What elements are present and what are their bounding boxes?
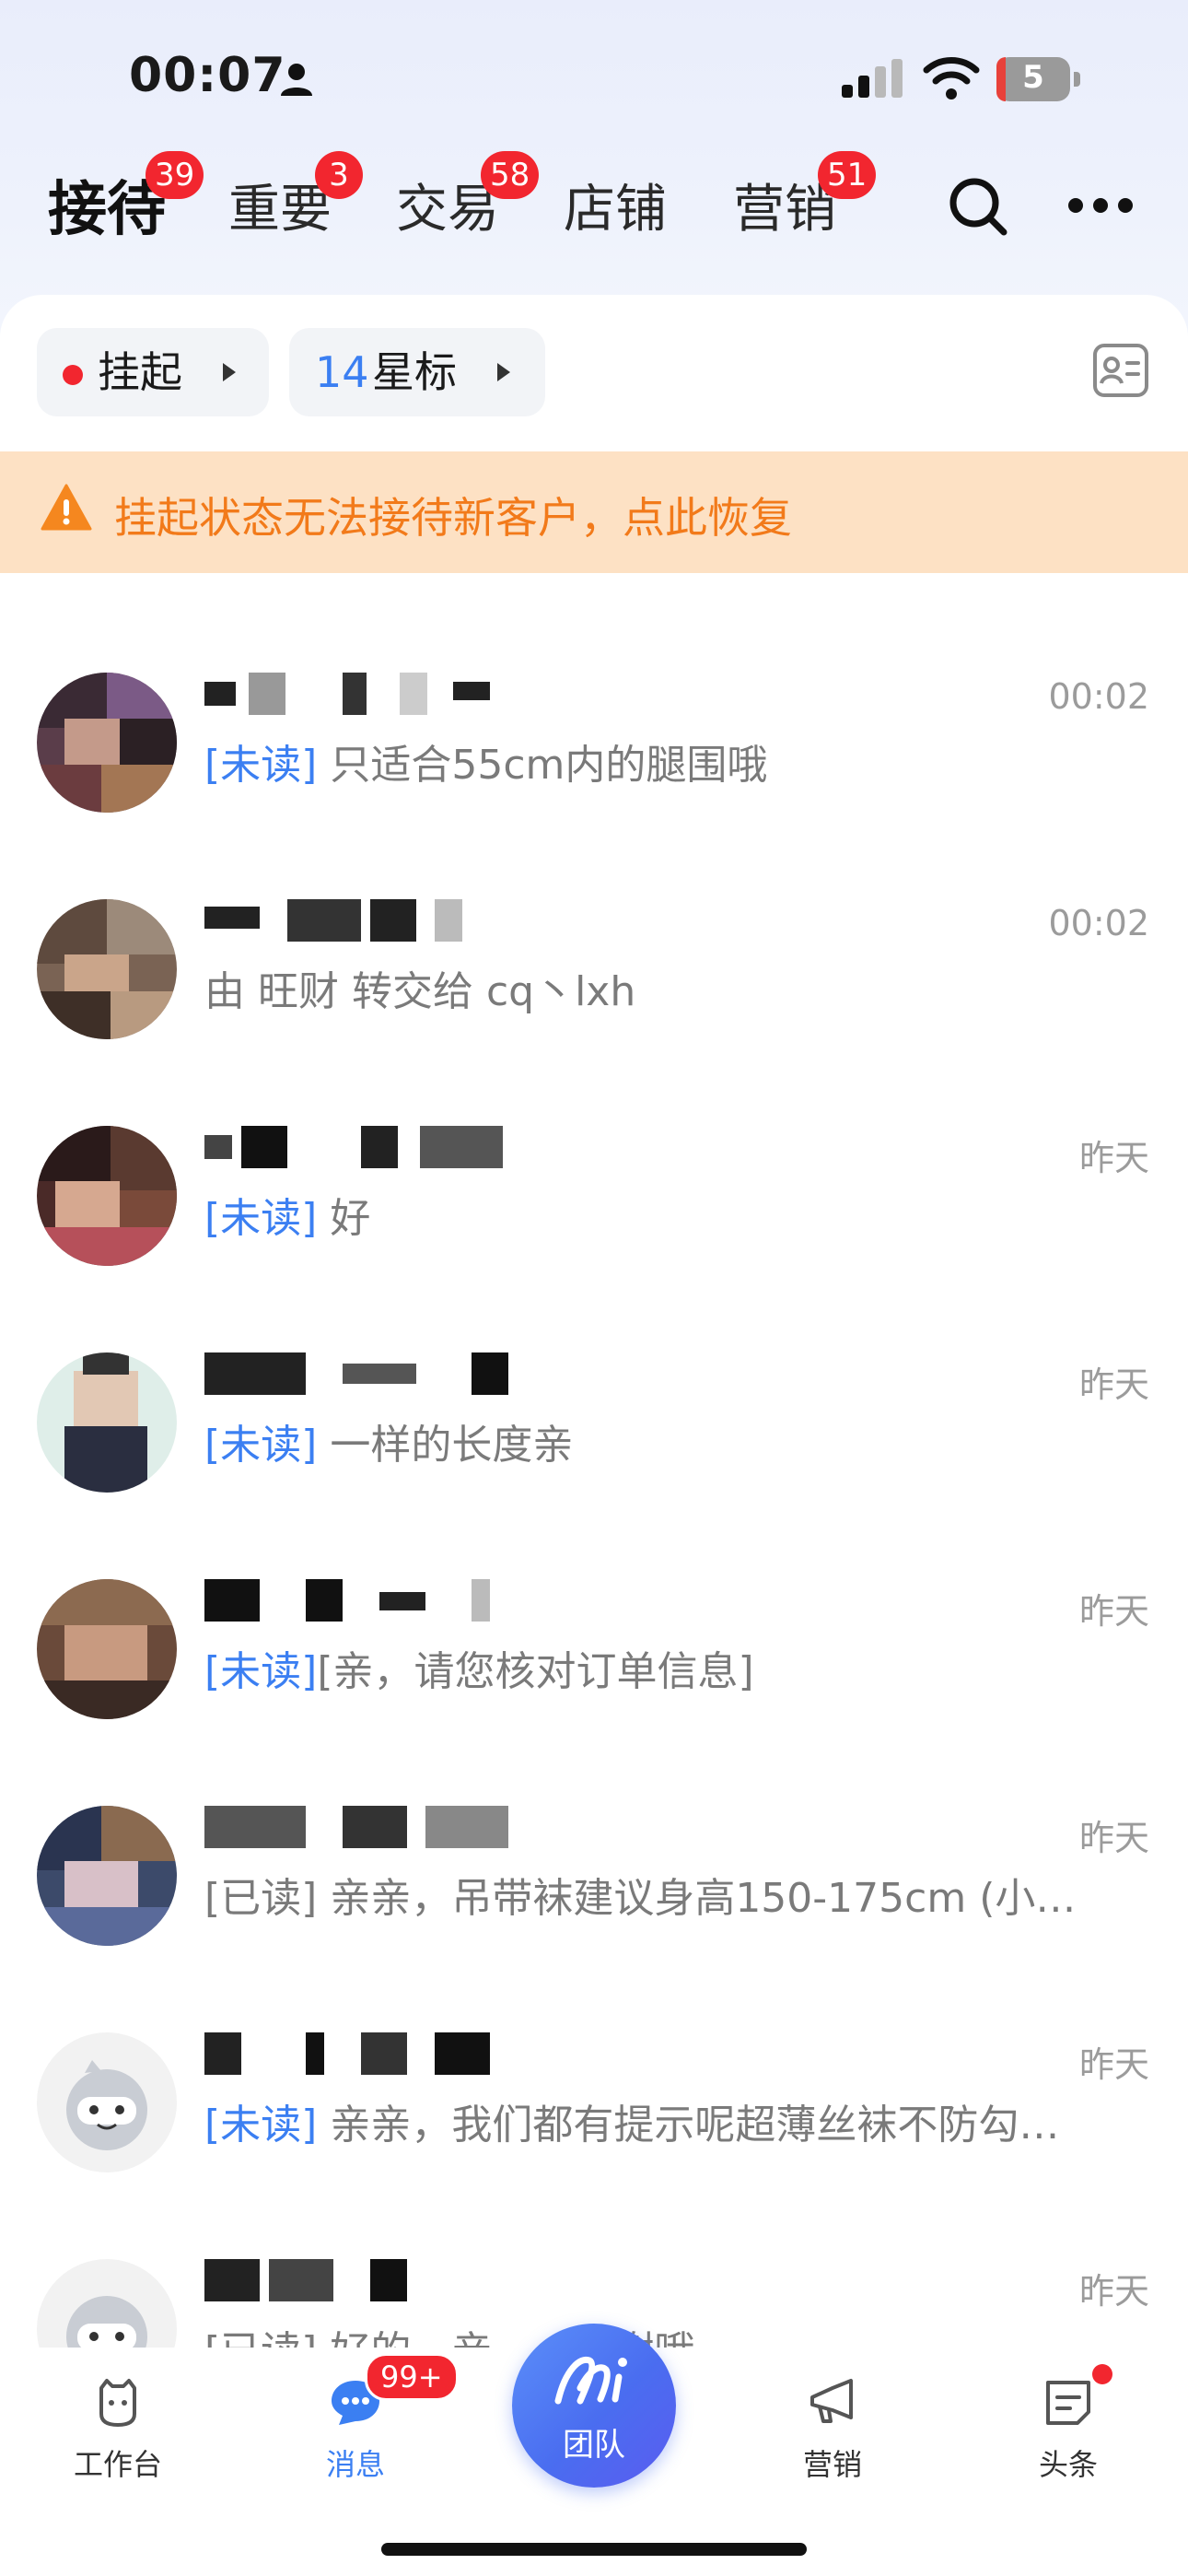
default-avatar-icon: [66, 2296, 147, 2348]
conversation-time: 00:02: [1048, 903, 1149, 943]
battery-level: 5: [1022, 59, 1044, 96]
suspend-warning-banner[interactable]: 挂起状态无法接待新客户，点此恢复: [0, 451, 1188, 573]
avatar: [37, 1806, 177, 1946]
nav-label: 营销: [802, 2447, 862, 2482]
avatar: [37, 899, 177, 1039]
star-label: 星标: [372, 347, 457, 397]
message-text: [亲，请您核对订单信息]: [317, 1648, 754, 1695]
avatar: [37, 1126, 177, 1266]
team-button[interactable]: 团队: [512, 2324, 676, 2488]
conversation-item[interactable]: 昨天 [未读][亲，请您核对订单信息]: [0, 1551, 1188, 1778]
headlines-notification-dot: [1092, 2364, 1112, 2384]
warning-text: 挂起状态无法接待新客户，点此恢复: [114, 493, 792, 543]
contact-name-redacted: [204, 673, 499, 715]
tab-label: 店铺: [564, 180, 667, 240]
megaphone-icon: [810, 2379, 853, 2423]
star-chip[interactable]: 14 星标: [289, 328, 545, 416]
wifi-icon: [923, 57, 980, 100]
messages-badge: 99+: [365, 2353, 459, 2401]
conversation-time: 昨天: [1078, 1591, 1149, 1632]
conversation-item[interactable]: 00:02 [未读] 只适合55cm内的腿围哦: [0, 645, 1188, 872]
conversation-item[interactable]: 昨天 [未读] 好: [0, 1098, 1188, 1325]
contact-name-redacted: [204, 899, 499, 942]
person-icon: [281, 64, 312, 96]
tab-reception-badge: 39: [146, 151, 204, 199]
contact-name-redacted: [204, 1579, 518, 1622]
tab-label: 营销: [733, 180, 836, 240]
contact-name-redacted: [204, 1126, 518, 1168]
conversation-preview: [未读] 好: [204, 1185, 1153, 1244]
nav-label: 消息: [325, 2447, 385, 2482]
suspend-chip[interactable]: 挂起: [37, 328, 269, 416]
unread-tag: [未读]: [204, 742, 318, 789]
conversation-preview: 由 旺财 转交给 cq丶lxh: [204, 958, 1153, 1017]
suspend-status-dot: [63, 365, 83, 385]
conversation-time: 昨天: [1078, 2044, 1149, 2085]
unread-tag: [未读]: [204, 2102, 318, 2149]
default-avatar-icon: [66, 2060, 147, 2150]
message-text: 好: [330, 1195, 371, 1242]
avatar: [37, 1579, 177, 1719]
nav-label: 头条: [1038, 2447, 1098, 2482]
battery-indicator: 5: [996, 57, 1081, 101]
conversation-preview: [已读] 好的，亲，…谢谢哦: [204, 2318, 1153, 2348]
conversation-preview: [未读] 只适合55cm内的腿围哦: [204, 732, 1153, 790]
contact-name-redacted: [204, 2259, 481, 2301]
message-text: 一样的长度亲: [330, 1422, 574, 1469]
warning-icon: [41, 484, 92, 531]
conversation-preview: [未读] 亲亲，我们都有提示呢超薄丝袜不防勾…: [204, 2091, 1153, 2150]
search-icon[interactable]: [947, 175, 1009, 238]
conversation-time: 00:02: [1048, 676, 1149, 717]
unread-tag: [未读]: [204, 1195, 318, 1242]
conversation-preview: [未读] 一样的长度亲: [204, 1411, 1153, 1470]
tab-trade-badge: 58: [481, 151, 540, 199]
status-bar: 00:07 5: [0, 0, 1188, 157]
message-text: 由 旺财 转交给 cq丶lxh: [204, 968, 636, 1015]
contact-card-icon[interactable]: [1092, 343, 1149, 398]
home-indicator: [381, 2543, 807, 2556]
team-label: 团队: [563, 2427, 625, 2464]
contact-name-redacted: [204, 1806, 518, 1848]
team-logo-icon: [554, 2356, 627, 2405]
conversation-list: 00:02 [未读] 只适合55cm内的腿围哦 00:02 由 旺财 转交给 c…: [0, 645, 1188, 2348]
workbench-icon: [99, 2379, 136, 2427]
signal-icon: [842, 59, 903, 98]
status-time: 00:07: [129, 48, 286, 103]
star-count: 14: [315, 347, 369, 397]
conversation-item[interactable]: 昨天 [已读] 亲亲，吊带袜建议身高150-175cm (小…: [0, 1778, 1188, 2005]
headline-icon: [1046, 2381, 1090, 2425]
conversation-time: 昨天: [1078, 1138, 1149, 1178]
contact-name-redacted: [204, 1352, 518, 1395]
conversation-preview: [未读][亲，请您核对订单信息]: [204, 1638, 1153, 1697]
chip-arrow-icon: [497, 363, 510, 381]
chip-arrow-icon: [223, 363, 236, 381]
conversation-time: 昨天: [1078, 1818, 1149, 1858]
tab-store[interactable]: 店铺: [564, 168, 667, 242]
suspend-label: 挂起: [98, 347, 182, 397]
tab-label: 交易: [396, 180, 499, 240]
more-icon[interactable]: [1066, 193, 1135, 217]
conversation-preview: [已读] 亲亲，吊带袜建议身高150-175cm (小…: [204, 1865, 1153, 1924]
tab-marketing-badge: 51: [818, 151, 877, 199]
conversation-time: 昨天: [1078, 2271, 1149, 2312]
conversation-item[interactable]: 00:02 由 旺财 转交给 cq丶lxh: [0, 872, 1188, 1098]
message-text: 亲亲，我们都有提示呢超薄丝袜不防勾…: [330, 2102, 1060, 2149]
unread-tag: [未读]: [204, 1422, 318, 1469]
avatar: [37, 673, 177, 813]
message-text: [已读] 亲亲，吊带袜建议身高150-175cm (小…: [204, 1875, 1077, 1922]
nav-label: 工作台: [73, 2447, 162, 2482]
avatar: [37, 1352, 177, 1493]
unread-tag: [未读]: [204, 1648, 318, 1695]
avatar: [37, 2032, 177, 2172]
message-text: 只适合55cm内的腿围哦: [330, 742, 768, 789]
contact-name-redacted: [204, 2032, 518, 2075]
tab-important-badge: 3: [315, 151, 363, 199]
conversation-time: 昨天: [1078, 1364, 1149, 1405]
tab-label: 重要: [228, 180, 332, 240]
avatar: [37, 2259, 177, 2348]
conversation-item[interactable]: 昨天 [未读] 亲亲，我们都有提示呢超薄丝袜不防勾…: [0, 2005, 1188, 2231]
conversation-item[interactable]: 昨天 [未读] 一样的长度亲: [0, 1325, 1188, 1551]
